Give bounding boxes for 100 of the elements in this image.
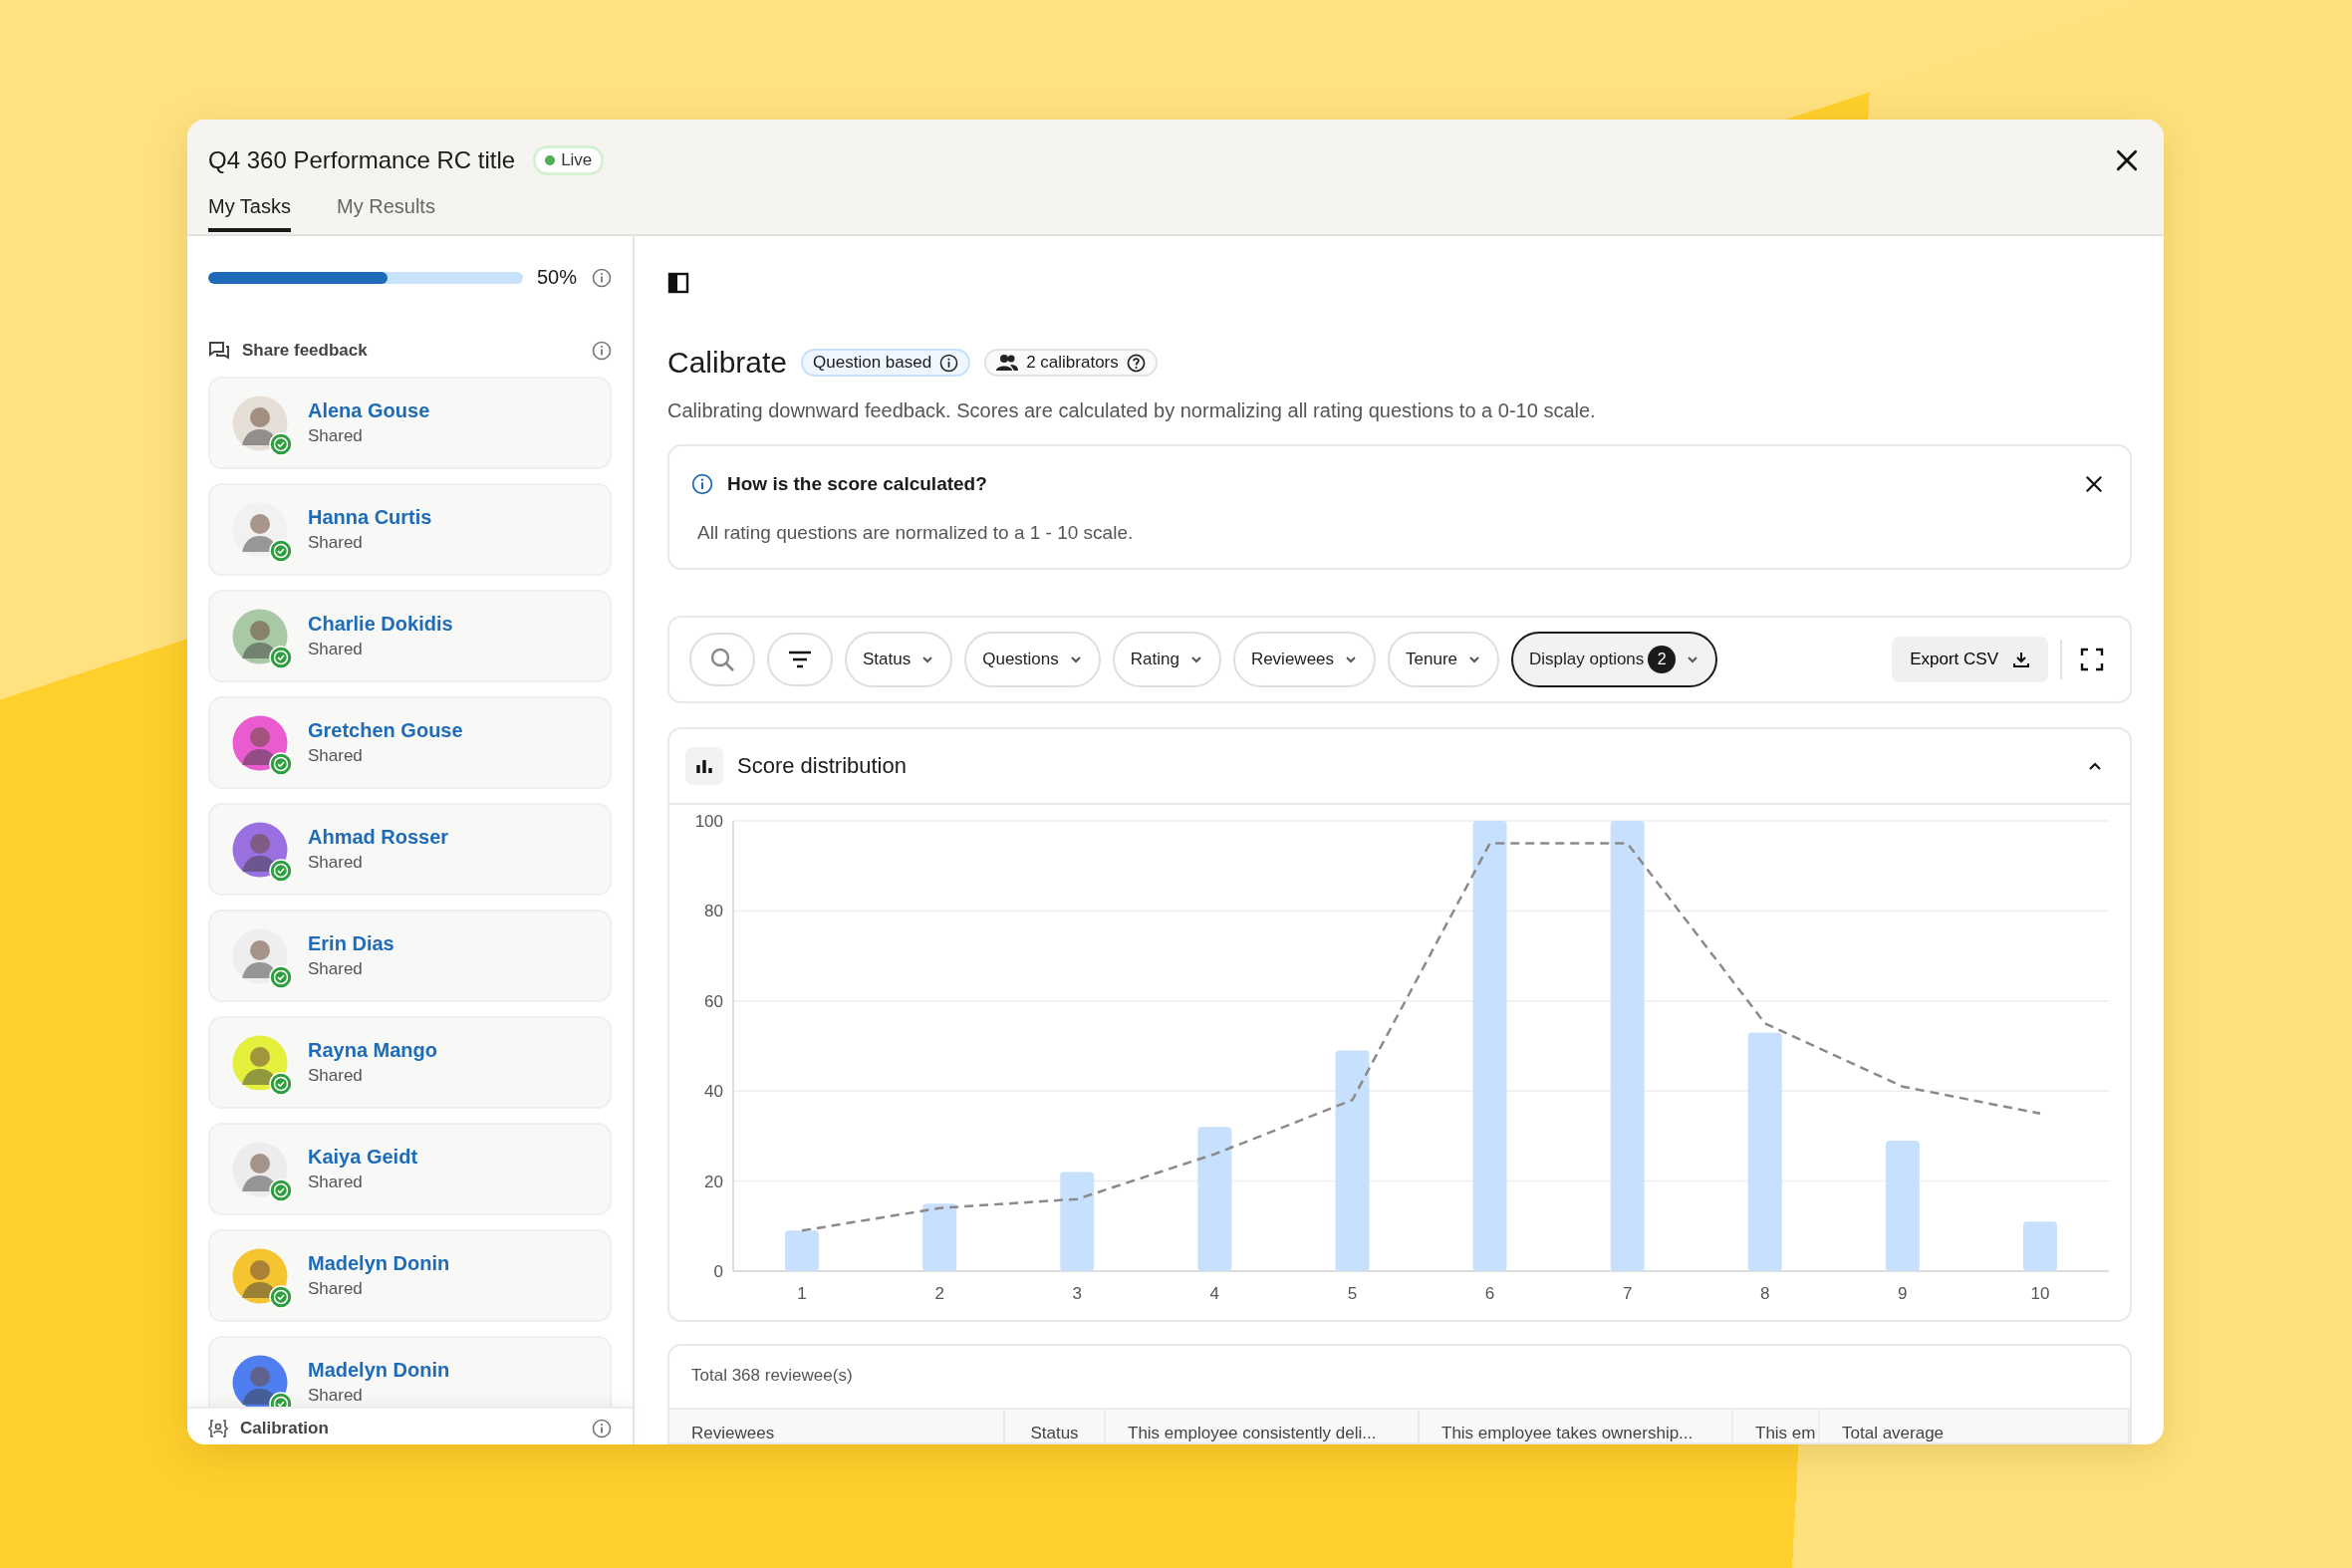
close-icon bbox=[2114, 147, 2140, 173]
axis-tick-label: 10 bbox=[2030, 1284, 2050, 1303]
person-card[interactable]: Erin Dias Shared bbox=[208, 910, 612, 1002]
bar bbox=[2022, 1221, 2057, 1271]
person-name: Gretchen Gouse bbox=[308, 719, 463, 742]
person-status: Shared bbox=[308, 1066, 364, 1086]
expand-icon bbox=[2080, 648, 2104, 671]
check-badge-icon bbox=[269, 431, 293, 456]
help-icon bbox=[1126, 353, 1146, 373]
check-badge-icon bbox=[269, 538, 293, 563]
tab[interactable]: My Results bbox=[337, 189, 435, 232]
axis-tick-label: 1 bbox=[797, 1284, 807, 1303]
bar bbox=[922, 1203, 957, 1271]
axis-tick-label: 5 bbox=[1347, 1284, 1358, 1303]
search-button[interactable] bbox=[689, 633, 755, 686]
bar bbox=[785, 1230, 820, 1271]
person-status: Shared bbox=[308, 853, 364, 873]
person-card[interactable]: Kaiya Geidt Shared bbox=[208, 1123, 612, 1215]
count-badge: 2 bbox=[1648, 646, 1677, 673]
axis-tick-label: 80 bbox=[704, 902, 723, 921]
person-card[interactable]: Madelyn Donin Shared bbox=[208, 1336, 612, 1407]
tag: 2 calibrators bbox=[984, 349, 1158, 377]
person-name: Rayna Mango bbox=[308, 1039, 438, 1062]
person-card[interactable]: Ahmad Rosser Shared bbox=[208, 803, 612, 896]
close-icon bbox=[2084, 474, 2104, 494]
filter-dropdown[interactable]: Rating bbox=[1112, 632, 1221, 687]
person-name: Hanna Curtis bbox=[308, 506, 432, 529]
sidebar-toggle-button[interactable] bbox=[667, 272, 689, 294]
callout-title: How is the score calculated? bbox=[727, 473, 987, 495]
axis-tick-label: 3 bbox=[1072, 1284, 1082, 1303]
search-icon bbox=[709, 647, 735, 672]
filter-dropdown[interactable]: Display options 2 bbox=[1511, 632, 1718, 687]
info-icon bbox=[592, 1419, 612, 1438]
person-status: Shared bbox=[308, 1386, 364, 1406]
export-button[interactable]: Export CSV bbox=[1892, 637, 2048, 682]
window-title: Q4 360 Performance RC title bbox=[208, 146, 516, 174]
chat-icon bbox=[208, 341, 230, 361]
person-card[interactable]: Charlie Dokidis Shared bbox=[208, 590, 612, 682]
person-status: Shared bbox=[308, 959, 364, 979]
tab[interactable]: My Tasks bbox=[208, 189, 291, 232]
info-icon bbox=[691, 473, 713, 495]
axis-tick-label: 9 bbox=[1898, 1284, 1908, 1303]
callout-text: All rating questions are normalized to a 1 - 10 scale. bbox=[696, 522, 1135, 544]
check-badge-icon bbox=[269, 751, 293, 776]
tag: Question based bbox=[801, 349, 971, 377]
person-card[interactable]: Alena Gouse Shared bbox=[208, 377, 612, 469]
progress-reading: 50% bbox=[537, 266, 578, 289]
axis-tick-label: 100 bbox=[694, 812, 723, 831]
check-badge-icon bbox=[269, 964, 293, 989]
filter-dropdown[interactable]: Tenure bbox=[1388, 632, 1500, 687]
person-name: Charlie Dokidis bbox=[308, 613, 453, 636]
column-header: Reviewees bbox=[669, 1410, 1005, 1442]
total-count: Total 368 reviewee(s) bbox=[690, 1365, 854, 1387]
axis-tick-label: 0 bbox=[713, 1262, 723, 1281]
axis-tick-label: 40 bbox=[704, 1082, 723, 1102]
person-status: Shared bbox=[308, 640, 364, 659]
filter-button[interactable] bbox=[767, 633, 833, 686]
person-card[interactable]: Gretchen Gouse Shared bbox=[208, 696, 612, 789]
check-badge-icon bbox=[269, 1071, 293, 1096]
check-badge-icon bbox=[269, 858, 293, 883]
description-text: Calibrating downward feedback. Scores are calculated by normalizing all rating questions to a 0-10 scale. bbox=[667, 399, 1597, 422]
axis-tick-label: 2 bbox=[934, 1284, 944, 1303]
column-header: This employee consistently deli... bbox=[1106, 1410, 1420, 1442]
filter-icon bbox=[788, 651, 812, 668]
filter-dropdown[interactable]: Questions bbox=[964, 632, 1101, 687]
column-header: Total average bbox=[1820, 1410, 2130, 1442]
filter-dropdown[interactable]: Reviewees bbox=[1232, 632, 1377, 687]
column-header: This employee takes ownership... bbox=[1420, 1410, 1733, 1442]
card-title: Score distribution bbox=[737, 753, 907, 779]
person-status: Shared bbox=[308, 1279, 364, 1299]
info-icon bbox=[939, 353, 959, 373]
info-icon bbox=[592, 267, 612, 288]
person-status: Shared bbox=[308, 746, 364, 766]
axis-tick-label: 4 bbox=[1209, 1284, 1220, 1303]
column-header: This em bbox=[1733, 1410, 1820, 1442]
download-icon bbox=[2012, 651, 2030, 668]
person-name: Madelyn Donin bbox=[308, 1252, 450, 1275]
section-title: Share feedback bbox=[242, 341, 368, 361]
section-title: Calibration bbox=[240, 1419, 329, 1438]
bar-chart-icon bbox=[685, 747, 723, 785]
person-card[interactable]: Madelyn Donin Shared bbox=[208, 1229, 612, 1322]
person-card[interactable]: Hanna Curtis Shared bbox=[208, 483, 612, 576]
filter-dropdown[interactable]: Status bbox=[845, 632, 953, 687]
person-status: Shared bbox=[308, 426, 364, 446]
axis-tick-label: 20 bbox=[704, 1172, 723, 1191]
axis-tick-label: 6 bbox=[1484, 1284, 1495, 1303]
person-name: Alena Gouse bbox=[308, 399, 430, 422]
info-icon bbox=[592, 341, 612, 361]
person-name: Kaiya Geidt bbox=[308, 1146, 418, 1169]
person-card[interactable]: Rayna Mango Shared bbox=[208, 1016, 612, 1109]
panel-icon bbox=[667, 272, 689, 294]
person-name: Madelyn Donin bbox=[308, 1359, 450, 1382]
person-status: Shared bbox=[308, 533, 364, 553]
live-badge: Live bbox=[533, 145, 605, 175]
axis-tick-label: 60 bbox=[704, 991, 723, 1011]
axis-tick-label: 7 bbox=[1622, 1284, 1633, 1303]
column-header: Status bbox=[1005, 1410, 1106, 1442]
calibration-icon bbox=[208, 1419, 228, 1438]
check-badge-icon bbox=[269, 1177, 293, 1202]
person-name: Ahmad Rosser bbox=[308, 826, 449, 849]
